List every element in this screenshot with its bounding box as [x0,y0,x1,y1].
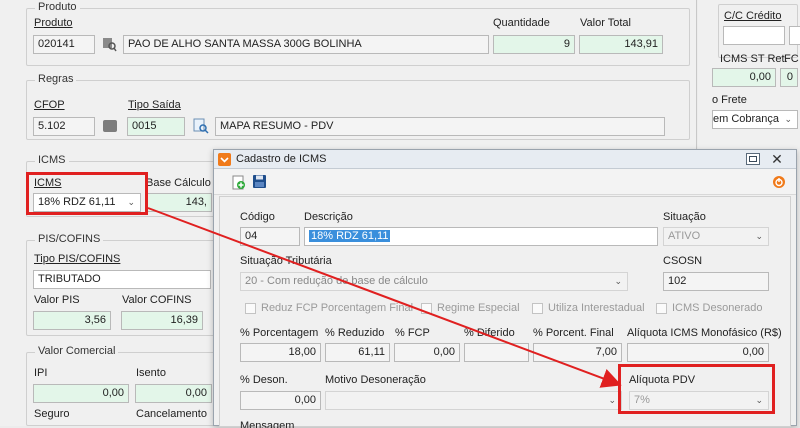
annotation-arrow [147,207,622,388]
